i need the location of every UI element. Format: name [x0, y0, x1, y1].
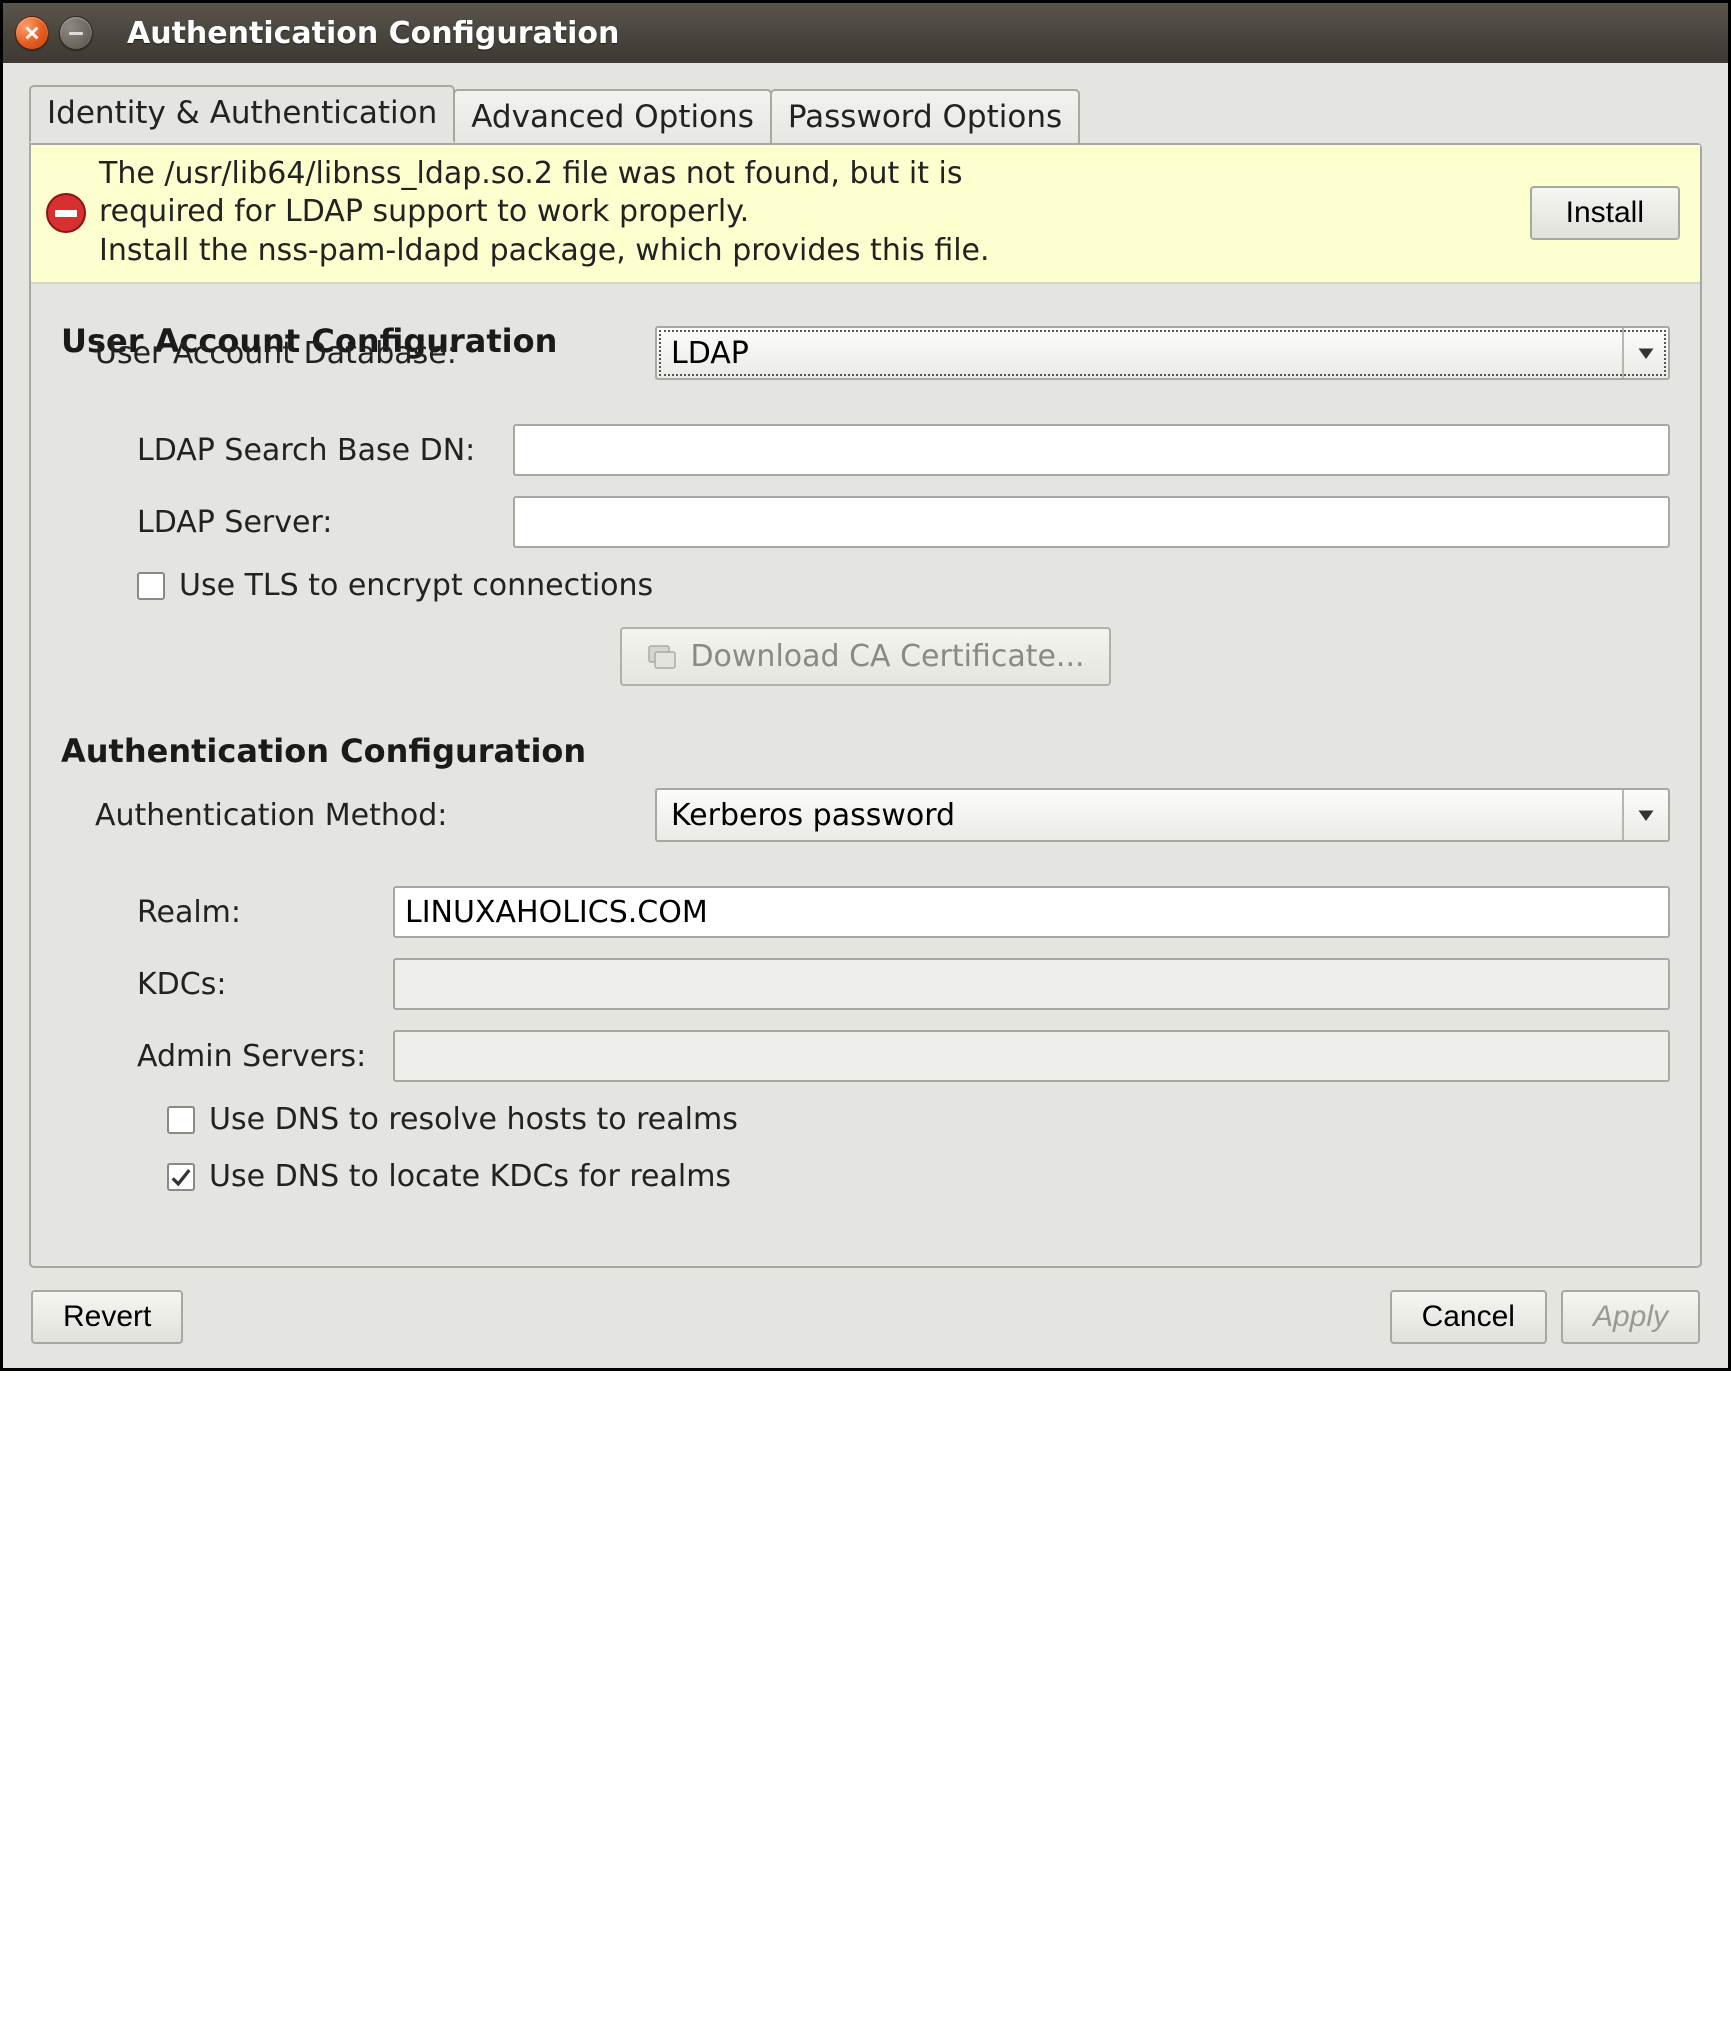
ldap-server-label: LDAP Server:: [137, 505, 513, 540]
dns-locate-label: Use DNS to locate KDCs for realms: [209, 1159, 731, 1194]
warning-line2: required for LDAP support to work proper…: [99, 194, 749, 229]
chevron-down-icon: [1622, 328, 1668, 378]
user-account-section: User Account Configuration User Account …: [31, 284, 1700, 686]
tab-page-identity: The /usr/lib64/libnss_ldap.so.2 file was…: [29, 143, 1702, 1268]
dialog-footer: Revert Cancel Apply: [29, 1268, 1702, 1344]
apply-button[interactable]: Apply: [1561, 1290, 1700, 1344]
auth-method-label: Authentication Method:: [95, 798, 655, 833]
titlebar: Authentication Configuration: [3, 3, 1728, 63]
certificate-icon: [646, 641, 678, 673]
use-tls-label: Use TLS to encrypt connections: [179, 568, 653, 603]
kdcs-label: KDCs:: [137, 967, 393, 1002]
tab-password-options[interactable]: Password Options: [770, 89, 1080, 145]
ldap-search-base-label: LDAP Search Base DN:: [137, 433, 513, 468]
auth-method-select[interactable]: Kerberos password: [655, 788, 1670, 842]
dns-resolve-label: Use DNS to resolve hosts to realms: [209, 1102, 738, 1137]
tabs: Identity & Authentication Advanced Optio…: [29, 85, 1702, 143]
warning-banner: The /usr/lib64/libnss_ldap.so.2 file was…: [31, 145, 1700, 284]
warning-line1: The /usr/lib64/libnss_ldap.so.2 file was…: [99, 156, 962, 191]
cancel-button[interactable]: Cancel: [1390, 1290, 1547, 1344]
ldap-server-input[interactable]: [513, 496, 1670, 548]
warning-line3: Install the nss-pam-ldapd package, which…: [99, 233, 990, 268]
dns-locate-checkbox[interactable]: [167, 1163, 195, 1191]
chevron-down-icon: [1622, 790, 1668, 840]
ldap-search-base-input[interactable]: [513, 424, 1670, 476]
auth-title: Authentication Configuration: [61, 732, 1670, 770]
window-title: Authentication Configuration: [127, 16, 619, 51]
user-account-database-label2: User Account Database:: [95, 336, 655, 371]
realm-label: Realm:: [137, 895, 393, 930]
revert-button[interactable]: Revert: [31, 1290, 183, 1344]
tab-advanced-options[interactable]: Advanced Options: [453, 89, 772, 145]
admin-servers-input[interactable]: [393, 1030, 1670, 1082]
minimize-icon[interactable]: [59, 16, 93, 50]
tab-identity-authentication[interactable]: Identity & Authentication: [29, 85, 455, 143]
auth-section: Authentication Configuration Authenticat…: [31, 694, 1700, 1194]
auth-method-value: Kerberos password: [671, 798, 955, 833]
dns-resolve-checkbox[interactable]: [167, 1106, 195, 1134]
download-ca-button[interactable]: Download CA Certificate...: [620, 627, 1110, 686]
user-account-database-value: LDAP: [671, 336, 749, 371]
user-account-database-select[interactable]: LDAP: [655, 326, 1670, 380]
admin-servers-label: Admin Servers:: [137, 1039, 393, 1074]
error-icon: [45, 192, 87, 234]
close-icon[interactable]: [15, 16, 49, 50]
auth-config-window: Authentication Configuration Identity & …: [0, 0, 1731, 1371]
kdcs-input[interactable]: [393, 958, 1670, 1010]
warning-text: The /usr/lib64/libnss_ldap.so.2 file was…: [99, 155, 1518, 270]
download-ca-label: Download CA Certificate...: [690, 639, 1084, 674]
install-button[interactable]: Install: [1530, 186, 1680, 240]
use-tls-checkbox[interactable]: [137, 572, 165, 600]
realm-input[interactable]: [393, 886, 1670, 938]
